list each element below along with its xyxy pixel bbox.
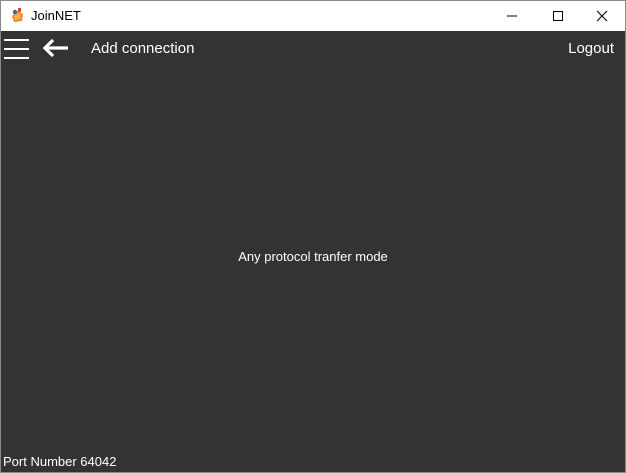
maximize-icon	[553, 11, 563, 21]
hamburger-menu-icon[interactable]	[4, 38, 30, 60]
back-arrow-icon[interactable]	[42, 38, 70, 58]
joinnet-logo-icon	[12, 8, 23, 22]
window-title: JoinNET	[31, 8, 81, 23]
port-number-text: Port Number 64042	[3, 454, 117, 469]
transfer-mode-text: Any protocol tranfer mode	[238, 249, 388, 264]
close-icon	[596, 10, 608, 22]
close-button[interactable]	[579, 1, 625, 31]
page-title: Add connection	[91, 40, 195, 57]
app-window: JoinNET Add connection Logout Any protoc…	[0, 0, 626, 473]
logout-button[interactable]: Logout	[568, 40, 614, 57]
maximize-button[interactable]	[535, 1, 581, 31]
title-bar[interactable]: JoinNET	[1, 1, 625, 31]
minimize-icon	[507, 15, 517, 17]
app-content: Add connection Logout Any protocol tranf…	[1, 31, 625, 472]
minimize-button[interactable]	[489, 1, 535, 31]
